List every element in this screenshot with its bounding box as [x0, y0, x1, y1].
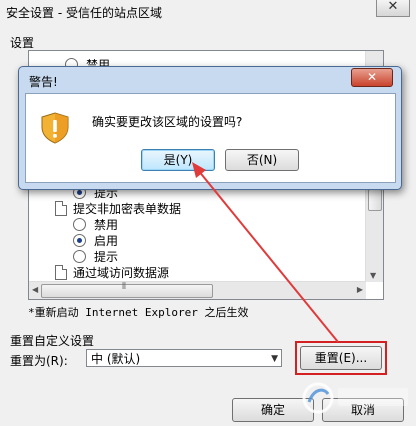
- vertical-scroll-thumb[interactable]: [368, 189, 382, 211]
- warning-message: 确实要更改该区域的设置吗?: [92, 115, 243, 129]
- reset-group-label: 重置自定义设置: [10, 334, 95, 348]
- yes-button[interactable]: 是(Y): [141, 149, 215, 171]
- restart-note: *重新启动 Internet Explorer 之后生效: [28, 306, 249, 319]
- radio-button[interactable]: [73, 250, 86, 263]
- warning-dialog-title: 警告!: [29, 75, 58, 89]
- reset-level-select[interactable]: 中 (默认) ▼: [86, 349, 282, 367]
- horizontal-scrollbar[interactable]: ◀ ▶: [29, 281, 366, 299]
- scroll-left-arrow-icon[interactable]: ◀: [32, 285, 38, 294]
- reset-button[interactable]: 重置(E)...: [300, 346, 382, 370]
- tree-item[interactable]: 禁用: [73, 217, 118, 233]
- chevron-down-icon: ▼: [271, 354, 278, 364]
- radio-button[interactable]: [73, 218, 86, 231]
- tree-item[interactable]: 提示: [73, 249, 118, 265]
- scroll-right-arrow-icon[interactable]: ▶: [357, 285, 363, 294]
- setting-document-icon: [55, 265, 67, 280]
- window-close-button[interactable]: ✕: [376, 0, 410, 17]
- setting-document-icon: [55, 201, 67, 216]
- security-settings-window: 安全设置 - 受信任的站点区域 ✕ 设置 禁用 提示 提交非加密表单数据 禁用 …: [0, 0, 416, 426]
- tree-item[interactable]: 通过域访问数据源: [55, 265, 169, 281]
- tree-item[interactable]: 启用: [73, 233, 118, 249]
- no-button[interactable]: 否(N): [225, 149, 299, 171]
- scroll-down-arrow-icon[interactable]: ▼: [370, 271, 376, 280]
- reset-to-label: 重置为(R):: [10, 354, 68, 368]
- tree-item-label: 通过域访问数据源: [73, 266, 170, 280]
- warning-dialog-body: 确实要更改该区域的设置吗? 是(Y) 否(N): [25, 93, 396, 183]
- horizontal-scroll-thumb[interactable]: [41, 282, 213, 298]
- tree-item-label: 提示: [94, 250, 119, 264]
- window-title: 安全设置 - 受信任的站点区域: [6, 6, 162, 20]
- reset-level-value: 中 (默认): [91, 352, 141, 366]
- warning-close-button[interactable]: ✕: [351, 68, 393, 87]
- radio-button[interactable]: [73, 234, 86, 247]
- tree-item[interactable]: 提交非加密表单数据: [55, 201, 181, 217]
- warning-dialog: 警告! ✕ 确实要更改该区域的设置吗? 是(Y) 否(N): [18, 66, 402, 190]
- settings-label: 设置: [10, 36, 35, 50]
- tree-item-label: 启用: [94, 234, 119, 248]
- watermark-logo: [302, 382, 408, 414]
- shield-warning-icon: [41, 112, 69, 144]
- tree-item-label: 禁用: [94, 218, 119, 232]
- tree-item-label: 提交非加密表单数据: [73, 202, 182, 216]
